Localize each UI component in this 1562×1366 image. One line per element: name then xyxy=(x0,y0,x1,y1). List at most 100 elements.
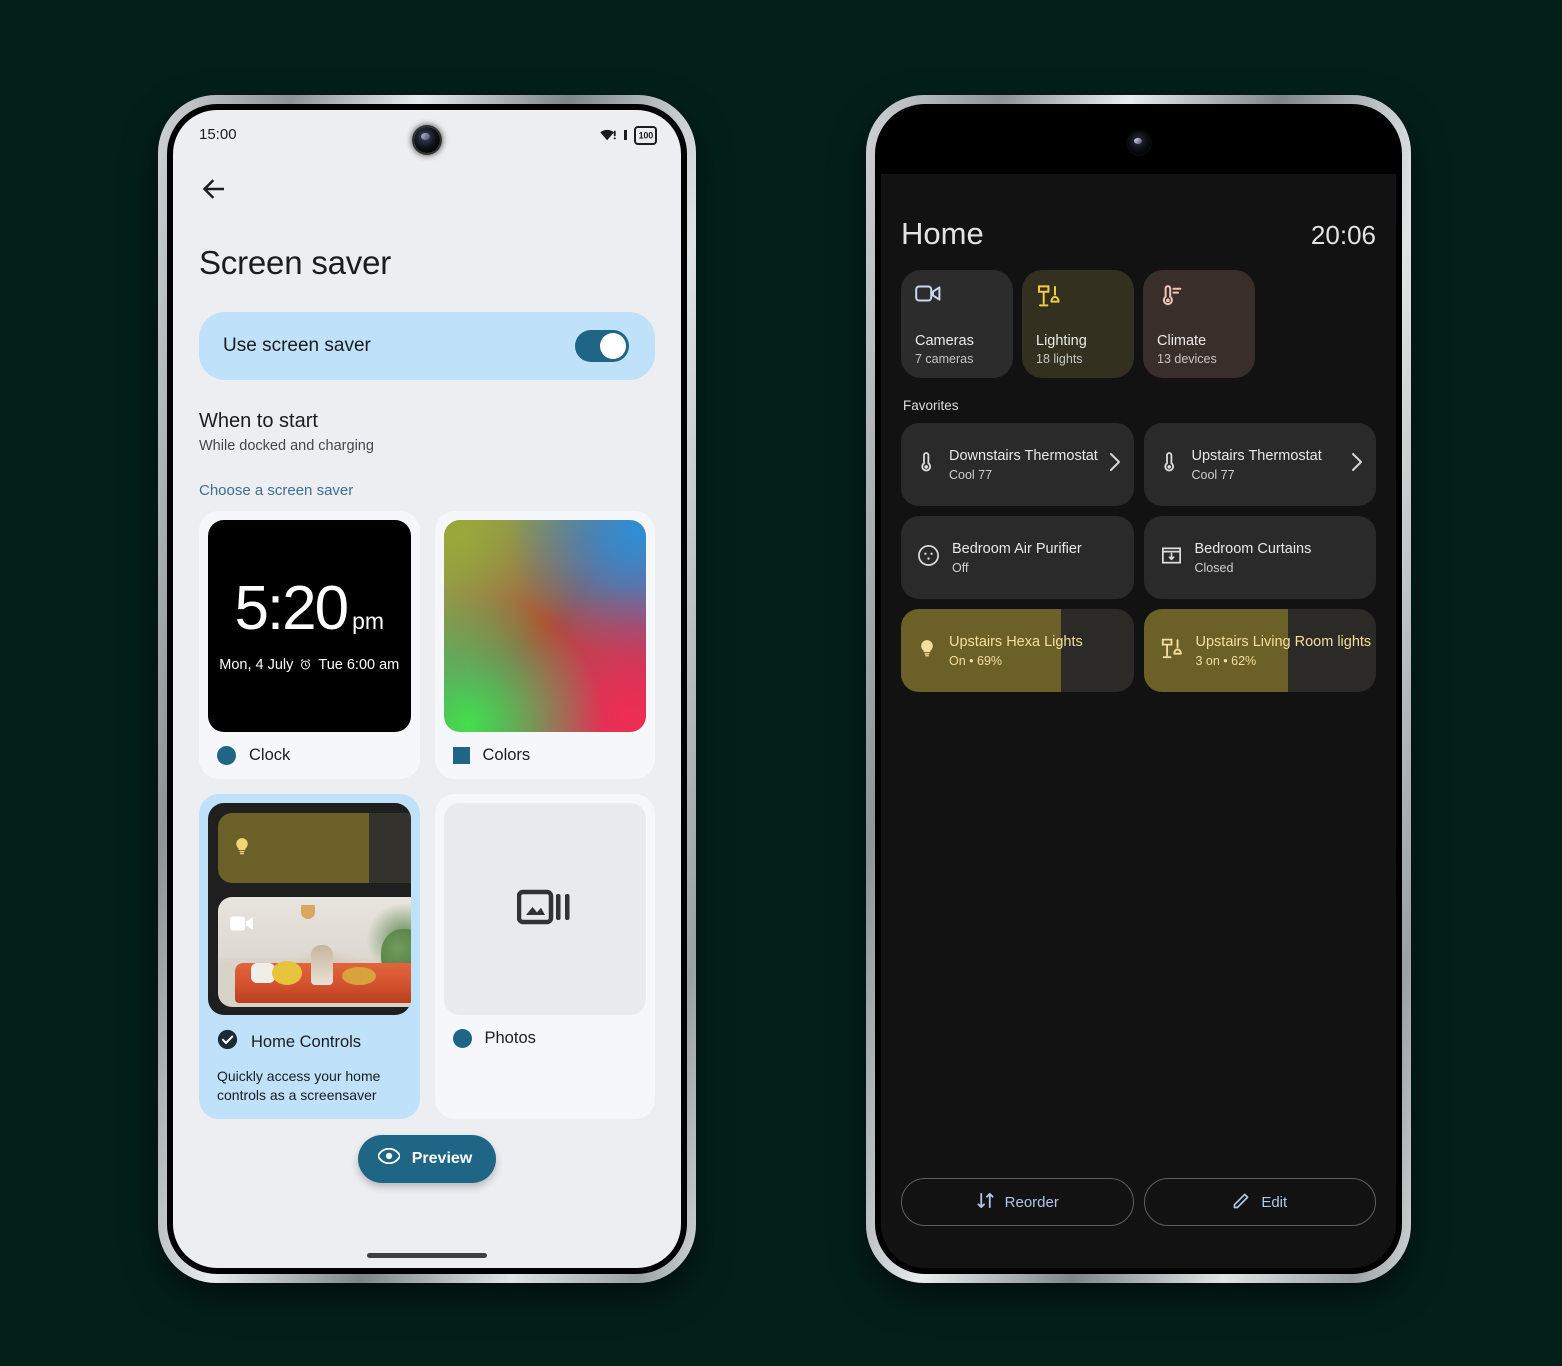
favorite-state: On • 69% xyxy=(949,654,1003,668)
preview-button-label: Preview xyxy=(411,1149,473,1167)
phone-bezel-right: Home 20:06 Cameras 7 cameras Lighting 18… xyxy=(875,104,1402,1274)
chevron-right-icon[interactable] xyxy=(1108,452,1122,477)
choose-screen-saver-label: Choose a screen saver xyxy=(199,482,354,499)
category-cameras[interactable]: Cameras 7 cameras xyxy=(901,270,1013,378)
screensaver-footer: Clock xyxy=(208,732,411,765)
photo-slideshow-icon xyxy=(516,886,573,933)
navigation-bar xyxy=(173,158,681,220)
use-screen-saver-toggle[interactable] xyxy=(575,330,629,362)
home-gesture-pill[interactable] xyxy=(367,1253,487,1258)
front-camera-punchhole xyxy=(414,127,440,153)
category-climate[interactable]: Climate 13 devices xyxy=(1143,270,1255,378)
favorite-upstairs-thermostat[interactable]: Upstairs Thermostat Cool 77 xyxy=(1143,423,1376,506)
preview-dog xyxy=(310,945,333,985)
bottom-spacer xyxy=(881,1242,1396,1268)
clock-preview-subline: Mon, 4 July Tue 6:00 am xyxy=(219,657,399,673)
lamp-icon xyxy=(1036,284,1122,313)
category-name: Climate xyxy=(1157,333,1207,349)
favorite-state: 3 on • 62% xyxy=(1195,654,1257,668)
radio-dot-icon[interactable] xyxy=(452,1029,472,1048)
video-camera-icon xyxy=(915,284,1001,308)
favorite-state: Cool 77 xyxy=(949,468,993,482)
screensaver-footer: Photos xyxy=(444,1015,647,1048)
favorite-name: Upstairs Thermostat xyxy=(1191,448,1322,464)
preview-light-tile xyxy=(218,813,411,883)
thermostat-icon xyxy=(917,451,937,478)
favorite-text: Bedroom Curtains Closed xyxy=(1195,540,1365,575)
pencil-icon xyxy=(1232,1191,1251,1214)
screensaver-name: Colors xyxy=(482,746,531,764)
screensaver-grid: 5:20 pm Mon, 4 July Tue 6:00 am Clock Co… xyxy=(173,499,681,1119)
screensaver-footer: Colors xyxy=(444,732,647,765)
status-time: 15:00 xyxy=(199,125,237,143)
camera-feed-preview[interactable] xyxy=(881,700,1396,1166)
favorite-text: Bedroom Air Purifier Off xyxy=(952,540,1122,575)
screensaver-name: Photos xyxy=(484,1029,536,1047)
when-to-start-title: When to start xyxy=(199,410,318,432)
settings-body: Screen saver Use screen saver When to st… xyxy=(173,158,681,1268)
clock-preview-time: 5:20 pm xyxy=(234,574,384,644)
favorite-upstairs-hexa-lights[interactable]: Upstairs Hexa Lights On • 69% xyxy=(901,609,1134,692)
eye-icon xyxy=(376,1148,401,1169)
home-clock: 20:06 xyxy=(1310,220,1376,250)
category-sub: 13 devices xyxy=(1157,352,1217,366)
edit-button-label: Edit xyxy=(1261,1193,1288,1211)
page-title: Screen saver xyxy=(199,244,392,281)
favorites-label: Favorites xyxy=(903,398,959,413)
favorite-name: Upstairs Hexa Lights xyxy=(949,634,1083,650)
favorite-state: Cool 77 xyxy=(1191,468,1235,482)
phone-bezel-left: 15:00 100 Screen saver Use screen saver … xyxy=(167,104,687,1274)
status-indicators: 100 xyxy=(599,126,657,145)
reorder-button-label: Reorder xyxy=(1004,1193,1059,1211)
preview-camera-tile xyxy=(218,897,411,1007)
screenshot-stage: 15:00 100 Screen saver Use screen saver … xyxy=(0,0,1562,1366)
screensaver-option-home-controls[interactable]: Home Controls Quickly access your home c… xyxy=(199,794,420,1119)
status-bar: 15:00 100 xyxy=(173,110,681,158)
bottom-action-bar: Reorder Edit xyxy=(881,1166,1396,1242)
reorder-button[interactable]: Reorder xyxy=(901,1178,1134,1226)
alarm-icon xyxy=(299,658,312,671)
chevron-right-icon[interactable] xyxy=(1350,452,1364,477)
favorites-grid: Downstairs Thermostat Cool 77 Upstairs T… xyxy=(881,413,1396,692)
phone-device-right: Home 20:06 Cameras 7 cameras Lighting 18… xyxy=(866,95,1411,1283)
favorite-bedroom-curtains[interactable]: Bedroom Curtains Closed xyxy=(1143,516,1376,599)
toggle-knob xyxy=(600,333,626,359)
screensaver-option-photos[interactable]: Photos xyxy=(434,794,655,1119)
category-sub: 7 cameras xyxy=(915,352,974,366)
clock-alarm-time: Tue 6:00 am xyxy=(318,656,400,673)
category-lighting[interactable]: Lighting 18 lights xyxy=(1022,270,1134,378)
preview-button[interactable]: Preview xyxy=(357,1134,497,1183)
category-name: Cameras xyxy=(915,333,974,349)
screensaver-description: Quickly access your home controls as a s… xyxy=(217,1068,381,1103)
favorite-name: Bedroom Curtains xyxy=(1194,541,1312,557)
favorite-upstairs-living-room-lights[interactable]: Upstairs Living Room lights 3 on • 62% xyxy=(1143,609,1376,692)
curtains-icon xyxy=(1160,544,1183,572)
clock-time-value: 5:20 xyxy=(234,574,349,644)
screensaver-name: Clock xyxy=(249,746,291,764)
favorite-text: Upstairs Hexa Lights On • 69% xyxy=(949,633,1122,668)
back-arrow-icon[interactable] xyxy=(199,174,229,204)
phone-device-left: 15:00 100 Screen saver Use screen saver … xyxy=(158,95,696,1283)
colors-preview xyxy=(443,520,646,732)
lightbulb-icon xyxy=(232,835,252,862)
favorite-bedroom-air-purifier[interactable]: Bedroom Air Purifier Off xyxy=(901,516,1134,599)
use-screen-saver-label: Use screen saver xyxy=(223,335,371,356)
when-to-start-subtitle: While docked and charging xyxy=(199,438,374,454)
status-bar-right xyxy=(881,110,1396,174)
favorite-state: Closed xyxy=(1194,561,1234,575)
favorite-downstairs-thermostat[interactable]: Downstairs Thermostat Cool 77 xyxy=(901,423,1134,506)
use-screen-saver-row[interactable]: Use screen saver xyxy=(199,312,655,380)
when-to-start-section[interactable]: When to start While docked and charging xyxy=(173,380,681,454)
check-circle-icon[interactable] xyxy=(217,1029,238,1055)
screensaver-option-clock[interactable]: 5:20 pm Mon, 4 July Tue 6:00 am Clock xyxy=(199,511,420,779)
video-camera-icon xyxy=(230,915,254,937)
edit-button[interactable]: Edit xyxy=(1143,1178,1376,1226)
clock-date: Mon, 4 July xyxy=(219,656,294,673)
screensaver-footer: Home Controls xyxy=(208,1015,411,1055)
square-marker-icon[interactable] xyxy=(452,747,470,764)
favorite-name: Upstairs Living Room lights xyxy=(1195,634,1372,650)
screensaver-option-colors[interactable]: Colors xyxy=(434,511,655,779)
radio-dot-icon[interactable] xyxy=(217,746,236,765)
category-sub: 18 lights xyxy=(1036,352,1083,366)
wifi-alert-icon xyxy=(599,127,617,141)
